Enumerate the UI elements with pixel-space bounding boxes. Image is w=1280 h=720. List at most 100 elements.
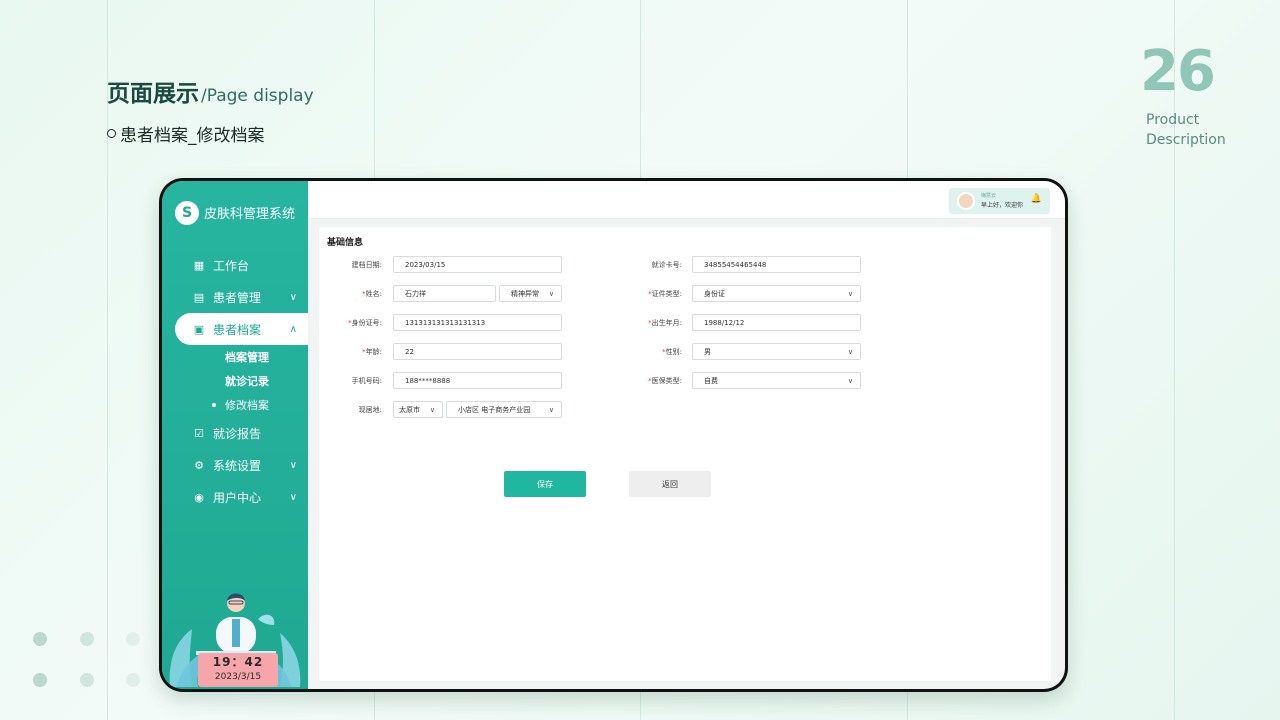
field-label-text: 医保类型: — [651, 376, 682, 385]
field-card-number: 就诊卡号: 34855454465448 — [625, 256, 861, 273]
select-value: 身份证 — [704, 289, 725, 298]
chevron-down-icon: ∨ — [847, 376, 853, 385]
field-id-number: *身份证号: 131313131313131313 — [327, 314, 562, 331]
field-label: 就诊卡号: — [651, 260, 682, 269]
field-label: *性别: — [625, 347, 682, 357]
active-dot-icon — [212, 403, 216, 407]
phone-input[interactable]: 188****8888 — [393, 372, 562, 389]
sidebar-item-workbench[interactable]: ▦ 工作台 — [162, 249, 308, 281]
page-label-line2: Description — [1146, 132, 1226, 148]
sidebar-subitem-visit-records[interactable]: 就诊记录 — [162, 369, 308, 393]
chevron-down-icon: ∨ — [429, 405, 435, 414]
slide-title-en: /Page display — [201, 86, 314, 106]
field-label-text: 身份证号: — [351, 318, 382, 327]
sidebar-item-label: 用户中心 — [213, 490, 262, 505]
field-gender: *性别: 男 ∨ — [625, 343, 861, 360]
bg-grid-line — [1174, 0, 1175, 720]
field-label: 建档日期: — [351, 260, 382, 269]
bell-icon[interactable]: 🔔 — [1031, 194, 1042, 204]
select-value: 精神异常 — [511, 289, 539, 298]
user-greeting: 早上好，欢迎你 — [981, 202, 1024, 209]
tablet-frame: S 皮肤科管理系统 ▦ 工作台 ▤ 患者管理 ∨ ▣ 患者档案 ∧ 档案管理 就… — [159, 178, 1068, 692]
chevron-down-icon: ∨ — [548, 405, 554, 414]
app-screen: S 皮肤科管理系统 ▦ 工作台 ▤ 患者管理 ∨ ▣ 患者档案 ∧ 档案管理 就… — [162, 181, 1065, 689]
clock-time: 19：42 — [212, 655, 264, 669]
form-panel: 基础信息 建档日期: 2023/03/15 *姓名: 石力祥 精神异常 ∨ *身… — [319, 227, 1051, 681]
field-label-text: 姓名: — [365, 289, 382, 298]
create-date-input[interactable]: 2023/03/15 — [393, 256, 562, 273]
ring-bullet-icon — [107, 129, 116, 138]
sidebar-subitem-edit-archive[interactable]: 修改档案 — [162, 393, 308, 417]
user-card[interactable]: 梅慧云 早上好，欢迎你 🔔 — [949, 188, 1050, 214]
field-birth-date: *出生年月: 1988/12/12 — [625, 314, 861, 331]
section-title: 基础信息 — [327, 238, 364, 248]
city-select[interactable]: 太原市 ∨ — [393, 401, 443, 418]
report-icon: ☑ — [194, 426, 204, 440]
sidebar-item-label: 患者管理 — [213, 290, 262, 305]
select-value: 小店区 电子商务产业园 — [458, 405, 531, 414]
dot — [80, 632, 94, 646]
field-label-text: 性别: — [665, 347, 682, 356]
page-number: 26 — [1140, 39, 1216, 104]
field-phone: 手机号码: 188****8888 — [327, 372, 562, 389]
slide-title: 页面展示 /Page display — [107, 74, 314, 108]
dot — [80, 673, 94, 687]
field-label: *身份证号: — [327, 318, 382, 328]
field-label-text: 年龄: — [365, 347, 382, 356]
field-insurance-type: *医保类型: 自费 ∨ — [625, 372, 861, 389]
gender-select[interactable]: 男 ∨ — [692, 343, 861, 360]
chevron-down-icon: ∨ — [289, 291, 297, 303]
user-icon: ◉ — [194, 490, 204, 504]
sidebar-menu: ▦ 工作台 ▤ 患者管理 ∨ ▣ 患者档案 ∧ 档案管理 就诊记录 修改档案 ☑… — [162, 249, 308, 513]
page-label-line1: Product — [1146, 112, 1200, 128]
field-age: *年龄: 22 — [327, 343, 562, 360]
chevron-down-icon: ∨ — [289, 491, 297, 503]
field-label-text: 证件类型: — [651, 289, 682, 298]
sidebar-item-patient-management[interactable]: ▤ 患者管理 ∨ — [162, 281, 308, 313]
clock-widget: 19：42 2023/3/15 — [198, 653, 278, 687]
bg-grid-line — [107, 0, 108, 720]
back-button[interactable]: 返回 — [629, 471, 711, 497]
insurance-type-select[interactable]: 自费 ∨ — [692, 372, 861, 389]
field-label: *姓名: — [327, 289, 382, 299]
sidebar-item-label: 工作台 — [213, 258, 250, 273]
age-input[interactable]: 22 — [393, 343, 562, 360]
user-info: 梅慧云 早上好，欢迎你 — [981, 192, 1023, 210]
birth-date-input[interactable]: 1988/12/12 — [692, 314, 861, 331]
field-label: *年龄: — [327, 347, 382, 357]
select-value: 男 — [704, 347, 711, 356]
clock-date: 2023/3/15 — [214, 672, 262, 682]
archive-icon: ▣ — [193, 322, 205, 336]
name-input[interactable]: 石力祥 — [393, 285, 496, 302]
sidebar-subitem-label: 修改档案 — [225, 399, 269, 412]
user-name: 梅慧云 — [981, 193, 997, 199]
id-type-select[interactable]: 身份证 ∨ — [692, 285, 861, 302]
doctor-illustration: 19：42 2023/3/15 — [162, 589, 308, 689]
dot — [126, 673, 140, 687]
sidebar-item-visit-report[interactable]: ☑ 就诊报告 — [162, 417, 308, 449]
sidebar-subitem-archive-management[interactable]: 档案管理 — [162, 345, 308, 369]
list-icon: ▤ — [193, 290, 205, 304]
dot — [33, 632, 47, 646]
sidebar-item-label: 就诊报告 — [213, 426, 262, 441]
save-button[interactable]: 保存 — [504, 471, 586, 497]
field-label: *出生年月: — [625, 318, 682, 328]
chevron-down-icon: ∨ — [548, 289, 554, 298]
app-logo-icon: S — [175, 200, 199, 225]
grid-icon: ▦ — [193, 258, 205, 272]
dot — [33, 673, 47, 687]
avatar — [957, 192, 975, 210]
sidebar: S 皮肤科管理系统 ▦ 工作台 ▤ 患者管理 ∨ ▣ 患者档案 ∧ 档案管理 就… — [162, 181, 308, 689]
sidebar-item-patient-archive[interactable]: ▣ 患者档案 ∧ — [175, 313, 308, 345]
app-name: 皮肤科管理系统 — [204, 207, 296, 222]
chevron-down-icon: ∨ — [847, 289, 853, 298]
id-number-input[interactable]: 131313131313131313 — [393, 314, 562, 331]
sidebar-item-system-settings[interactable]: ⚙ 系统设置 ∨ — [162, 449, 308, 481]
district-select[interactable]: 小店区 电子商务产业园 ∨ — [446, 401, 562, 418]
field-create-date: 建档日期: 2023/03/15 — [327, 256, 562, 273]
name-status-select[interactable]: 精神异常 ∨ — [499, 285, 562, 302]
brand: S 皮肤科管理系统 — [162, 181, 308, 227]
field-label: *证件类型: — [625, 289, 682, 299]
sidebar-item-user-center[interactable]: ◉ 用户中心 ∨ — [162, 481, 308, 513]
card-number-input[interactable]: 34855454465448 — [692, 256, 861, 273]
